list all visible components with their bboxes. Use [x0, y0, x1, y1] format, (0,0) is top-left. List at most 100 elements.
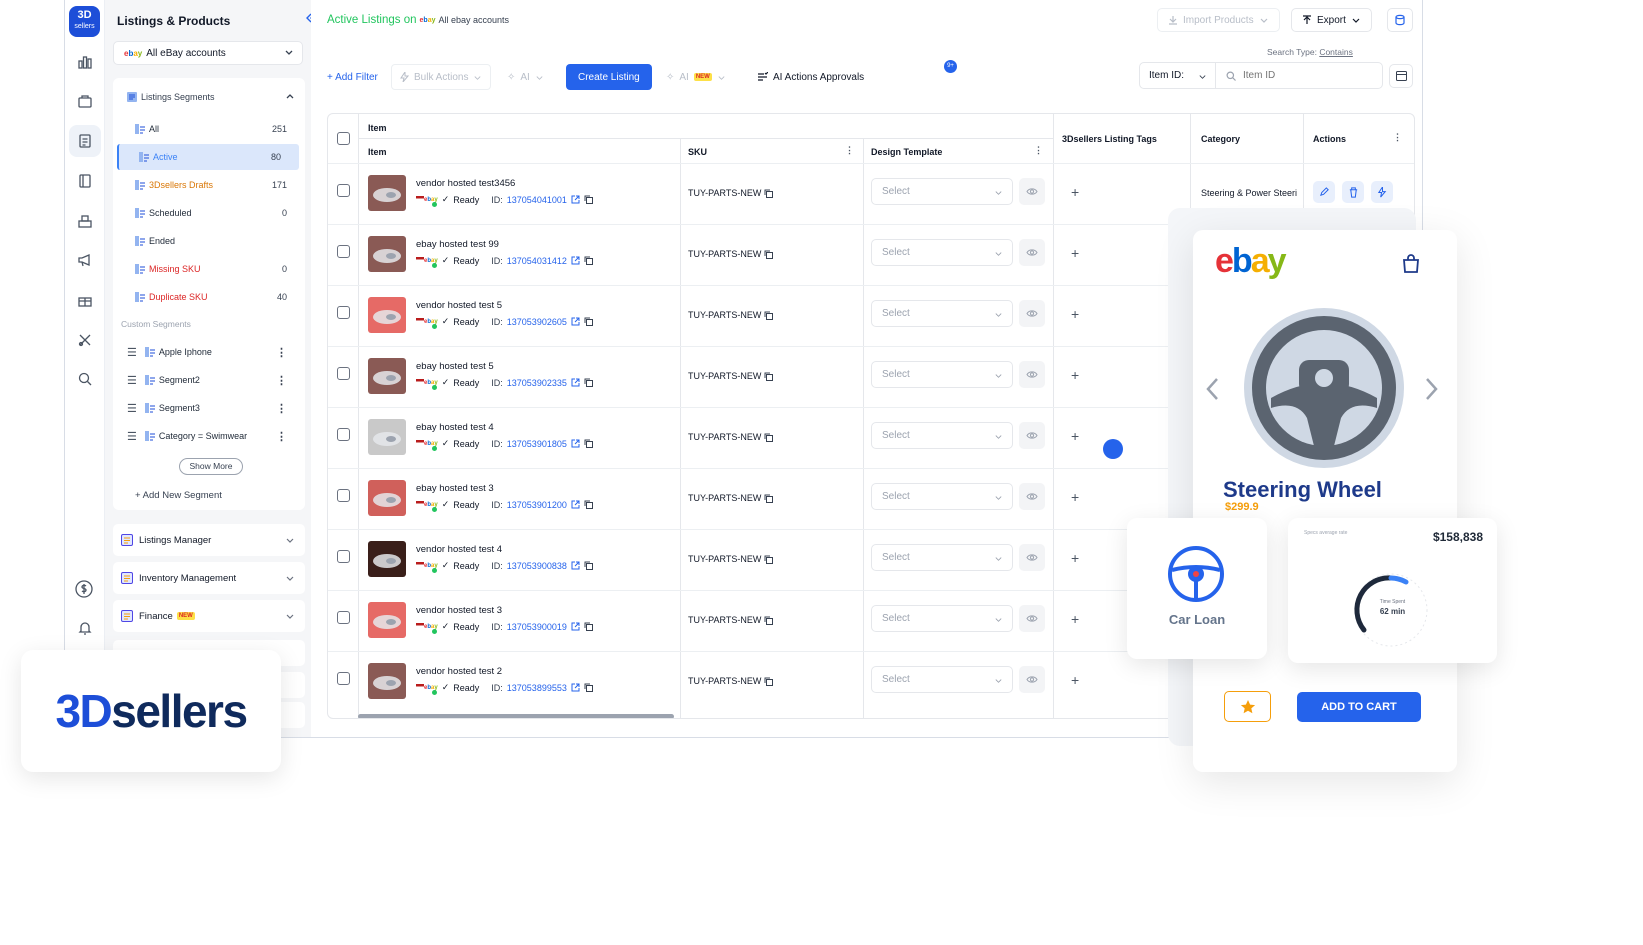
segment-item[interactable]: Duplicate SKU 40 — [113, 284, 305, 310]
car-loan-card[interactable]: Car Loan — [1127, 518, 1267, 659]
column-header-listing-tags[interactable]: 3Dsellers Listing Tags — [1062, 134, 1157, 144]
row-checkbox[interactable] — [337, 672, 350, 685]
custom-segment-item[interactable]: ☰ Segment2 ⋮ — [113, 367, 305, 393]
external-link-icon[interactable] — [571, 317, 580, 326]
preview-eye-icon[interactable] — [1019, 300, 1045, 327]
copy-icon[interactable] — [764, 372, 774, 381]
column-header-design-template[interactable]: Design Template — [871, 147, 942, 157]
design-template-select[interactable]: Select — [871, 544, 1013, 571]
design-template-select[interactable]: Select — [871, 605, 1013, 632]
drag-handle-icon[interactable]: ☰ — [127, 402, 137, 415]
favorite-button[interactable] — [1224, 691, 1271, 722]
copy-icon[interactable] — [764, 616, 774, 625]
copy-icon[interactable] — [584, 195, 593, 204]
bell-icon[interactable] — [69, 612, 101, 644]
segment-item[interactable]: Missing SKU 0 — [113, 256, 305, 282]
inventory-icon[interactable] — [69, 205, 101, 237]
megaphone-icon[interactable] — [69, 244, 101, 276]
column-header-sku[interactable]: SKU — [688, 147, 707, 157]
copy-icon[interactable] — [764, 311, 774, 320]
preview-eye-icon[interactable] — [1019, 422, 1045, 449]
item-id-link[interactable]: 137053902335 — [507, 378, 567, 388]
copy-icon[interactable] — [764, 494, 774, 503]
item-id-link[interactable]: 137053899553 — [507, 683, 567, 693]
bulk-actions-button[interactable]: Bulk Actions — [391, 64, 492, 90]
design-template-select[interactable]: Select — [871, 239, 1013, 266]
column-header-category[interactable]: Category — [1201, 134, 1240, 144]
item-name[interactable]: vendor hosted test 2 — [416, 666, 502, 677]
app-logo[interactable]: 3D sellers — [69, 6, 100, 37]
item-thumbnail[interactable] — [368, 175, 406, 211]
shopping-bag-icon[interactable] — [1400, 252, 1422, 274]
show-more-button[interactable]: Show More — [179, 458, 243, 475]
chevron-left-icon[interactable] — [1205, 376, 1221, 402]
column-header-item[interactable]: Item — [368, 147, 387, 157]
add-tag-button[interactable]: + — [1071, 672, 1079, 688]
item-thumbnail[interactable] — [368, 480, 406, 516]
segment-item[interactable]: Ended — [113, 228, 305, 254]
column-menu-icon[interactable]: ⋮ — [1034, 145, 1043, 156]
item-id-link[interactable]: 137053900019 — [507, 622, 567, 632]
column-menu-icon[interactable]: ⋮ — [1393, 132, 1402, 143]
row-checkbox[interactable] — [337, 611, 350, 624]
copy-icon[interactable] — [584, 683, 593, 692]
design-template-select[interactable]: Select — [871, 361, 1013, 388]
book-icon[interactable] — [69, 165, 101, 197]
external-link-icon[interactable] — [571, 256, 580, 265]
export-button[interactable]: Export — [1291, 8, 1372, 32]
item-thumbnail[interactable] — [368, 358, 406, 394]
edit-icon[interactable] — [1313, 181, 1335, 203]
preview-eye-icon[interactable] — [1019, 605, 1045, 632]
row-checkbox[interactable] — [337, 184, 350, 197]
item-name[interactable]: vendor hosted test 4 — [416, 544, 502, 555]
copy-icon[interactable] — [584, 439, 593, 448]
row-checkbox[interactable] — [337, 367, 350, 380]
segment-item[interactable]: All 251 — [113, 116, 305, 142]
account-selector[interactable]: ebay All eBay accounts — [113, 41, 303, 65]
external-link-icon[interactable] — [571, 683, 580, 692]
item-id-link[interactable]: 137053901200 — [507, 500, 567, 510]
drag-handle-icon[interactable]: ☰ — [127, 430, 137, 443]
copy-icon[interactable] — [584, 256, 593, 265]
lightning-icon[interactable] — [1371, 181, 1393, 203]
item-id-input[interactable] — [1243, 70, 1363, 81]
external-link-icon[interactable] — [571, 378, 580, 387]
item-name[interactable]: ebay hosted test 99 — [416, 239, 499, 250]
add-tag-button[interactable]: + — [1071, 245, 1079, 261]
design-template-select[interactable]: Select — [871, 483, 1013, 510]
copy-icon[interactable] — [764, 250, 774, 259]
row-checkbox[interactable] — [337, 550, 350, 563]
add-tag-button[interactable]: + — [1071, 428, 1079, 444]
item-id-search[interactable] — [1215, 62, 1383, 89]
more-menu-icon[interactable]: ⋮ — [276, 402, 287, 415]
preview-eye-icon[interactable] — [1019, 361, 1045, 388]
copy-icon[interactable] — [584, 317, 593, 326]
copy-icon[interactable] — [584, 622, 593, 631]
item-thumbnail[interactable] — [368, 663, 406, 699]
preview-eye-icon[interactable] — [1019, 666, 1045, 693]
item-thumbnail[interactable] — [368, 236, 406, 272]
add-new-segment-button[interactable]: + Add New Segment — [135, 490, 222, 501]
external-link-icon[interactable] — [571, 622, 580, 631]
item-name[interactable]: vendor hosted test 5 — [416, 300, 502, 311]
custom-segment-item[interactable]: ☰ Category = Swimwear ⋮ — [113, 423, 305, 449]
drag-handle-icon[interactable]: ☰ — [127, 346, 137, 359]
preview-eye-icon[interactable] — [1019, 239, 1045, 266]
copy-icon[interactable] — [764, 677, 774, 686]
row-checkbox[interactable] — [337, 428, 350, 441]
item-name[interactable]: vendor hosted test 3 — [416, 605, 502, 616]
more-menu-icon[interactable]: ⋮ — [276, 374, 287, 387]
gift-icon[interactable] — [69, 284, 101, 316]
create-listing-button[interactable]: Create Listing — [566, 64, 652, 90]
more-menu-icon[interactable]: ⋮ — [276, 346, 287, 359]
item-id-link[interactable]: 137053900838 — [507, 561, 567, 571]
item-thumbnail[interactable] — [368, 419, 406, 455]
segment-item[interactable]: 3Dsellers Drafts 171 — [113, 172, 305, 198]
item-name[interactable]: ebay hosted test 3 — [416, 483, 494, 494]
drag-handle-icon[interactable]: ☰ — [127, 374, 137, 387]
sidebar-menu-item[interactable]: Finance NEW — [113, 600, 305, 632]
add-tag-button[interactable]: + — [1071, 611, 1079, 627]
segments-header[interactable]: Listings Segments — [113, 84, 305, 110]
sidebar-menu-item[interactable]: Listings Manager — [113, 524, 305, 556]
copy-icon[interactable] — [764, 189, 774, 198]
